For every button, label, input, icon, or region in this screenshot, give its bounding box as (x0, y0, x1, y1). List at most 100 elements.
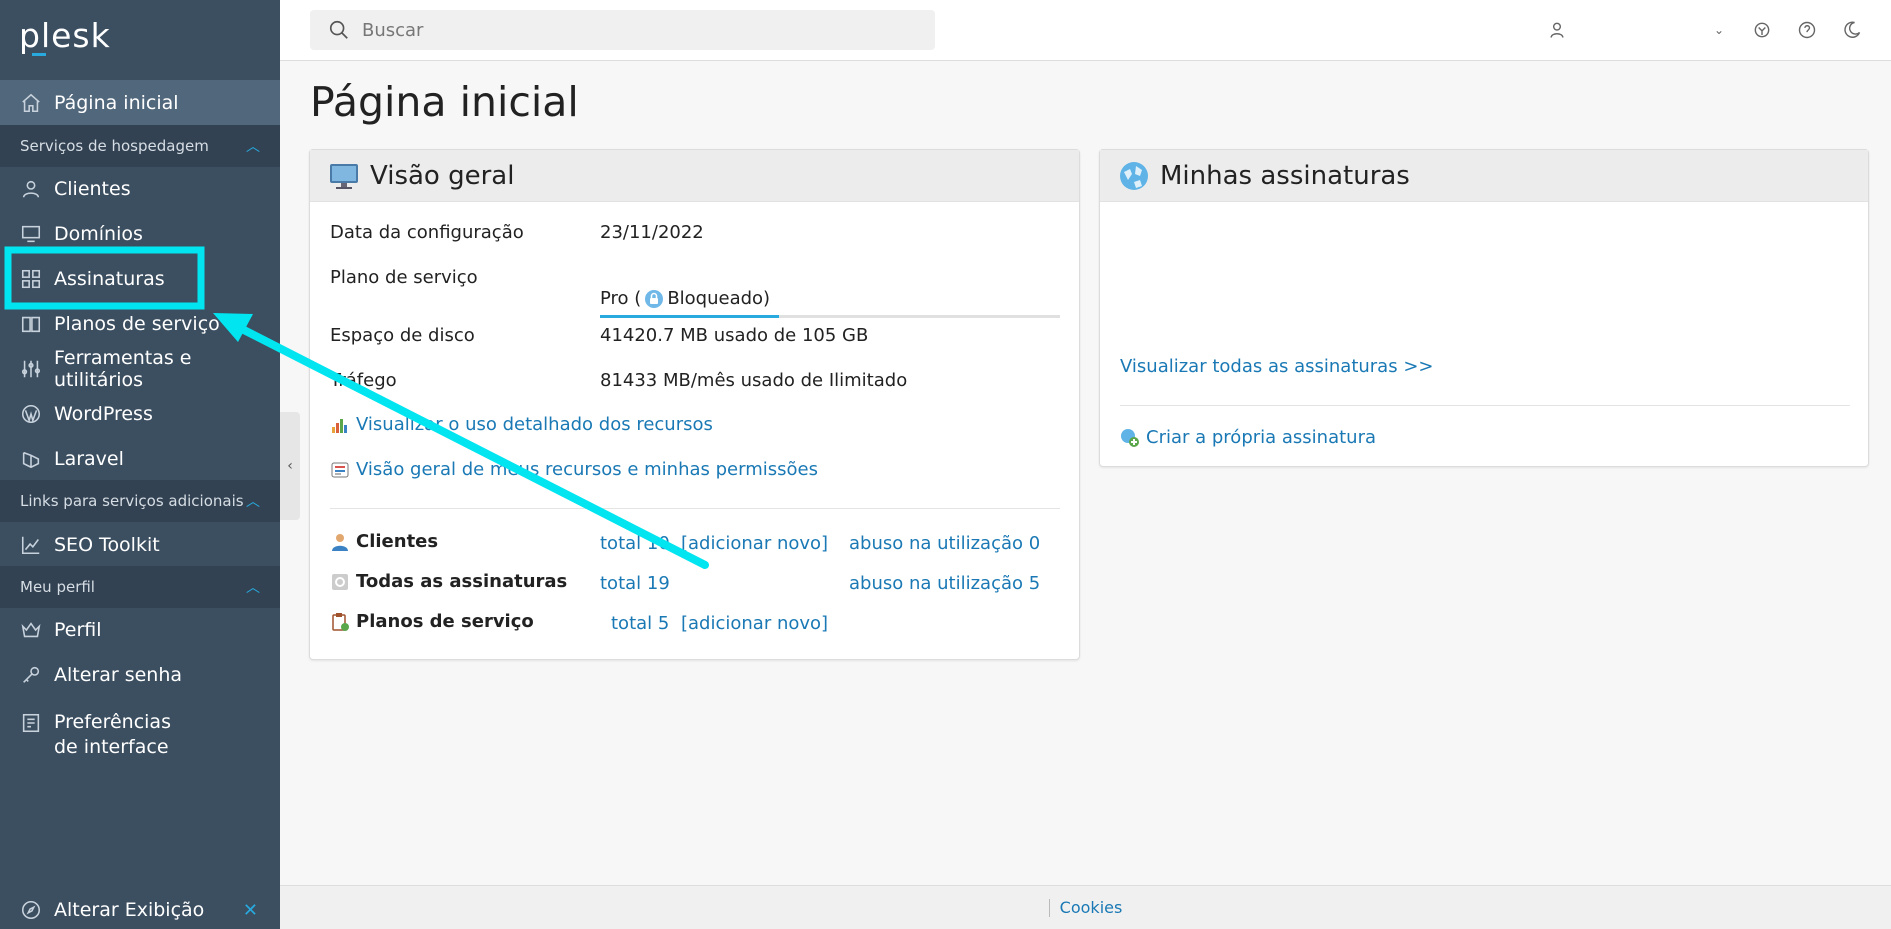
plan-value-prefix: Pro ( (600, 288, 642, 309)
stat-subscriptions: Todas as assinaturas (330, 571, 567, 592)
wordpress-icon (20, 403, 42, 425)
logo-text: plesk (19, 16, 111, 55)
help-icon[interactable] (1795, 18, 1819, 42)
clients-label: Clientes (356, 531, 439, 552)
create-own-subscription-link[interactable]: Criar a própria assinatura (1120, 427, 1376, 448)
chart-icon (20, 534, 42, 556)
section-my-profile[interactable]: Meu perfil ︿ (0, 566, 280, 608)
traffic-label: Tráfego (330, 370, 397, 391)
add-globe-icon (1120, 428, 1140, 448)
disk-usage-fill (600, 315, 780, 318)
plan-label: Plano de serviço (330, 267, 478, 288)
sidebar-item-label: Página inicial (54, 91, 179, 114)
change-view-label: Alterar Exibição (54, 899, 205, 921)
sidebar-item-label: Alterar senha (54, 663, 183, 686)
bar-chart-icon (330, 415, 350, 435)
page-title: Página inicial (310, 78, 579, 126)
stat-service-plans: Planos de serviço (330, 611, 534, 632)
section-additional-links[interactable]: Links para serviços adicionais ︿ (0, 480, 280, 522)
sidebar-item-tools[interactable]: Ferramentas e utilitários (0, 346, 280, 391)
collapse-sidebar-handle[interactable]: ‹ (280, 412, 300, 520)
sidebar-item-domains[interactable]: Domínios (0, 211, 280, 256)
divider (1120, 405, 1850, 406)
chevron-up-icon: ︿ (246, 494, 260, 510)
section-label: Serviços de hospedagem (20, 137, 209, 155)
overview-card: Visão geral Data da configuração 23/11/2… (309, 149, 1080, 660)
plan-value-suffix: Bloqueado) (667, 288, 771, 309)
detailed-usage-link-text[interactable]: Visualizar o uso detalhado dos recursos (356, 414, 713, 435)
search-box[interactable] (310, 10, 935, 50)
dark-mode-icon[interactable] (1840, 18, 1864, 42)
traffic-value: 81433 MB/mês usado de Ilimitado (600, 370, 908, 391)
chevron-down-icon[interactable]: ⌄ (1707, 18, 1731, 42)
chevron-up-icon: ︿ (246, 139, 260, 155)
config-label: Data da configuração (330, 222, 524, 243)
sidebar-item-wordpress[interactable]: WordPress (0, 391, 280, 436)
sidebar-item-laravel[interactable]: Laravel (0, 436, 280, 481)
laravel-icon (20, 448, 42, 470)
service-plans-label: Planos de serviço (356, 611, 534, 632)
service-plans-total-link[interactable]: total 5 (611, 613, 669, 634)
section-hosting-services[interactable]: Serviços de hospedagem ︿ (0, 125, 280, 167)
sidebar-item-label: Planos de serviço (54, 312, 220, 335)
subscriptions-label: Todas as assinaturas (356, 571, 568, 592)
row-disk-space: Espaço de disco 41420.7 MB usado de 105 … (330, 325, 868, 346)
sidebar-item-clients[interactable]: Clientes (0, 166, 280, 211)
crown-icon (20, 619, 42, 641)
user-menu-icon[interactable] (1545, 18, 1569, 42)
cookies-link[interactable]: Cookies (1060, 898, 1123, 917)
clients-add-link[interactable]: [adicionar novo] (681, 533, 828, 554)
sidebar-item-label: Domínios (54, 222, 143, 245)
client-icon (330, 532, 350, 552)
footer: Cookies (280, 885, 1891, 929)
sidebar-item-service-plans[interactable]: Planos de serviço (0, 301, 280, 346)
gear-icon (330, 572, 350, 592)
sidebar-item-label: Laravel (54, 447, 124, 470)
search-icon (329, 20, 348, 39)
disk-value: 41420.7 MB usado de 105 GB (600, 325, 869, 346)
list-icon (330, 460, 350, 480)
monitor-icon (20, 223, 42, 245)
create-own-subscription-text[interactable]: Criar a própria assinatura (1146, 427, 1376, 448)
config-value: 23/11/2022 (600, 222, 704, 243)
settings-panel-icon (20, 712, 42, 734)
subscriptions-card: Minhas assinaturas Visualizar todas as a… (1099, 149, 1869, 467)
close-icon[interactable]: ✕ (243, 900, 258, 921)
change-view-button[interactable]: Alterar Exibição ✕ (0, 890, 280, 929)
globe-icon (1118, 160, 1150, 192)
sidebar-item-home[interactable]: Página inicial (0, 80, 280, 125)
sidebar-item-subscriptions[interactable]: Assinaturas (0, 256, 280, 301)
subscriptions-abuse-link[interactable]: abuso na utilização 5 (849, 573, 1040, 594)
service-plans-add-link[interactable]: [adicionar novo] (681, 613, 828, 634)
sidebar-item-seo-toolkit[interactable]: SEO Toolkit (0, 522, 280, 567)
chevron-left-icon: ‹ (287, 458, 293, 474)
clipboard-icon (330, 612, 350, 632)
sidebar-item-label: WordPress (54, 402, 153, 425)
section-label: Meu perfil (20, 578, 95, 596)
monitor-icon (328, 160, 360, 192)
subscriptions-total-link[interactable]: total 19 (600, 573, 670, 594)
search-input[interactable] (362, 19, 902, 41)
resources-permissions-link-text[interactable]: Visão geral de meus recursos e minhas pe… (356, 459, 818, 480)
view-all-subscriptions-link[interactable]: Visualizar todas as assinaturas >> (1120, 356, 1433, 377)
stat-clients: Clientes (330, 531, 438, 552)
sidebar-item-interface-preferences[interactable]: Preferências de interface (0, 704, 200, 766)
extensions-icon[interactable] (1750, 18, 1774, 42)
row-traffic: Tráfego 81433 MB/mês usado de Ilimitado (330, 370, 907, 391)
plesk-logo[interactable]: plesk (19, 16, 111, 56)
resources-permissions-link[interactable]: Visão geral de meus recursos e minhas pe… (330, 459, 818, 480)
sidebar-item-change-password[interactable]: Alterar senha (0, 652, 280, 697)
detailed-usage-link[interactable]: Visualizar o uso detalhado dos recursos (330, 414, 713, 435)
sidebar-item-label: Clientes (54, 177, 131, 200)
book-icon (20, 313, 42, 335)
chevron-up-icon: ︿ (246, 580, 260, 596)
sidebar-item-profile[interactable]: Perfil (0, 607, 280, 652)
key-icon (20, 664, 42, 686)
plan-value: Pro ( Bloqueado) (600, 288, 770, 309)
clients-total-link[interactable]: total 10 (600, 533, 670, 554)
row-service-plan: Plano de serviço Pro ( Bloqueado) (330, 267, 770, 309)
subscriptions-card-header: Minhas assinaturas (1100, 150, 1868, 202)
divider (330, 508, 1060, 509)
clients-abuse-link[interactable]: abuso na utilização 0 (849, 533, 1040, 554)
lock-icon (644, 289, 664, 309)
